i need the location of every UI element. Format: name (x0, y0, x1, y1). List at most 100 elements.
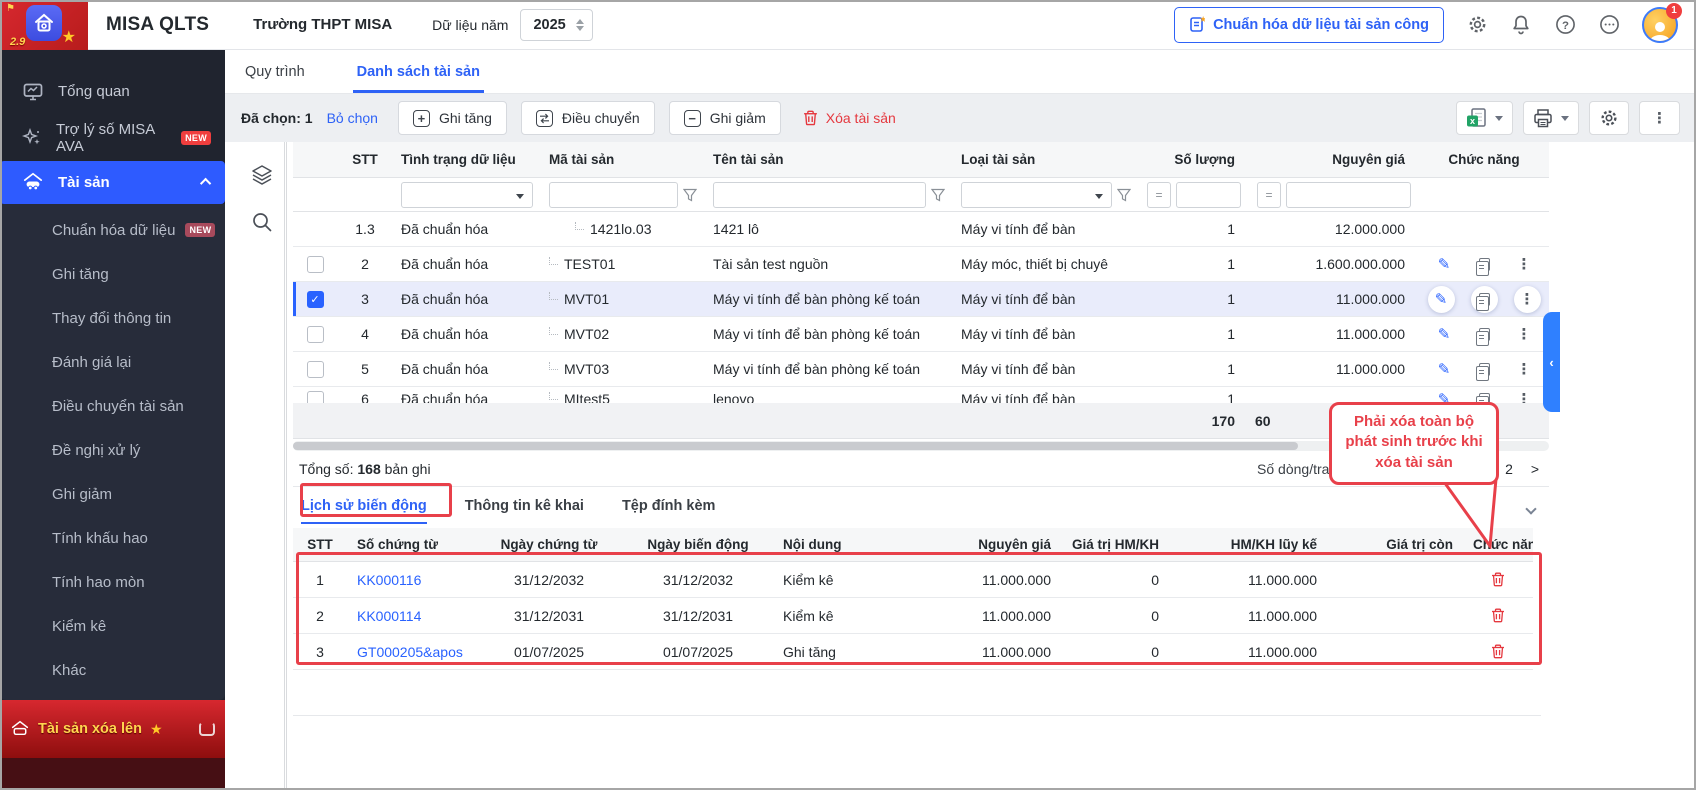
expand-panel-button[interactable]: ‹ (1543, 312, 1560, 412)
clear-selection-link[interactable]: Bỏ chọn (327, 110, 378, 126)
sidebar-subitem[interactable]: Tính hao mòn (0, 560, 225, 604)
scrollbar-thumb[interactable] (293, 442, 1298, 450)
name-filter-input[interactable] (713, 182, 926, 208)
asset-column-header[interactable]: Nguyên giá (1249, 152, 1419, 167)
spinner-icon[interactable] (576, 19, 584, 31)
history-column-header[interactable]: Giá trị HM/KH (1061, 537, 1169, 552)
transfer-button[interactable]: Điều chuyển (521, 101, 655, 135)
document-link[interactable]: GT000205&apos (347, 644, 475, 660)
edit-button[interactable]: ✎ (1432, 387, 1456, 403)
sidebar-subitem[interactable]: Kiểm kê (0, 604, 225, 648)
asset-column-header[interactable]: Chức năng (1419, 152, 1549, 167)
type-filter-select[interactable] (961, 182, 1112, 208)
funnel-icon[interactable] (683, 188, 697, 202)
edit-button[interactable]: ✎ (1432, 252, 1456, 276)
history-column-header[interactable]: Ngày biến động (623, 537, 773, 552)
layers-icon[interactable] (251, 164, 273, 189)
tab-thong-tin-ke-khai[interactable]: Thông tin kê khai (465, 498, 584, 524)
sidebar-item-tong-quan[interactable]: Tổng quan (0, 69, 225, 115)
row-checkbox[interactable] (307, 361, 324, 378)
row-menu-button[interactable]: ⋮ (1512, 252, 1536, 276)
export-excel-button[interactable]: x (1456, 101, 1513, 135)
row-checkbox[interactable] (307, 326, 324, 343)
org-name[interactable]: Trường THPT MISA (253, 16, 392, 33)
cost-filter-input[interactable] (1286, 182, 1411, 208)
page-number[interactable]: 2 (1501, 461, 1517, 477)
table-row[interactable]: 6Đã chuẩn hóaMItest5lenovoMáy vi tính để… (293, 387, 1549, 403)
equals-operator[interactable]: = (1147, 182, 1171, 208)
history-column-header[interactable]: STT (293, 537, 347, 552)
settings-gear-icon[interactable] (1466, 14, 1488, 36)
sidebar-subitem[interactable]: Đề nghị xử lý (0, 428, 225, 472)
delete-history-button[interactable] (1463, 608, 1533, 623)
asset-column-header[interactable]: Tên tài sản (705, 152, 953, 167)
table-row[interactable]: 2Đã chuẩn hóaTEST01Tài sản test nguồnMáy… (293, 247, 1549, 282)
asset-column-header[interactable]: Mã tài sản (541, 152, 705, 167)
sidebar-subitem[interactable]: Thay đổi thông tin (0, 296, 225, 340)
promo-banner[interactable]: Tài sản xóa lên ★ (0, 700, 225, 790)
sidebar-subitem[interactable]: Chuẩn hóa dữ liệuNEW (0, 208, 225, 252)
duplicate-button[interactable] (1472, 252, 1496, 276)
sidebar-subitem[interactable]: Tính khấu hao (0, 516, 225, 560)
row-checkbox[interactable] (307, 391, 324, 404)
row-checkbox[interactable] (307, 256, 324, 273)
table-row[interactable]: 4Đã chuẩn hóaMVT02Máy vi tính để bàn phò… (293, 317, 1549, 352)
equals-operator[interactable]: = (1257, 182, 1281, 208)
history-column-header[interactable]: Nguyên giá (913, 537, 1061, 552)
row-menu-button[interactable]: ⋮ (1514, 286, 1541, 313)
sidebar-subitem[interactable]: Ghi giảm (0, 472, 225, 516)
row-checkbox[interactable]: ✓ (307, 291, 324, 308)
app-logo[interactable]: ⚑ ★ 2.9 (0, 0, 88, 50)
table-row[interactable]: 1.3Đã chuẩn hóa1421lo.031421 lôMáy vi tí… (293, 212, 1549, 247)
sidebar-subitem[interactable]: Khác (0, 648, 225, 692)
help-icon[interactable]: ? (1554, 14, 1576, 36)
tab-lich-su-bien-dong[interactable]: Lịch sử biến động (301, 498, 427, 524)
document-link[interactable]: KK000114 (347, 608, 475, 624)
asset-column-header[interactable]: Tình trạng dữ liệu (393, 152, 541, 167)
asset-column-header[interactable]: STT (337, 152, 393, 167)
history-column-header[interactable]: Nội dung (773, 537, 913, 552)
sidebar-item-tai-san[interactable]: Tài sản (0, 161, 225, 205)
funnel-icon[interactable] (1117, 188, 1131, 202)
tab-quy-trinh[interactable]: Quy trình (241, 64, 309, 93)
funnel-icon[interactable] (931, 188, 945, 202)
row-menu-button[interactable]: ⋮ (1512, 357, 1536, 381)
standardize-button[interactable]: ★ Chuẩn hóa dữ liệu tài sản công (1174, 7, 1444, 43)
next-page-button[interactable]: > (1527, 461, 1543, 477)
grid-settings-button[interactable] (1589, 101, 1629, 135)
edit-button[interactable]: ✎ (1428, 286, 1455, 313)
history-column-header[interactable]: HM/KH lũy kế (1169, 537, 1327, 552)
history-column-header[interactable]: Số chứng từ (347, 537, 475, 552)
document-link[interactable]: KK000116 (347, 572, 475, 588)
sidebar-subitem[interactable]: Điều chuyển tài sản (0, 384, 225, 428)
print-button[interactable] (1523, 101, 1579, 135)
table-row[interactable]: ✓3Đã chuẩn hóaMVT01Máy vi tính để bàn ph… (293, 282, 1549, 317)
duplicate-button[interactable] (1472, 357, 1496, 381)
increase-button[interactable]: + Ghi tăng (398, 101, 507, 135)
delete-history-button[interactable] (1463, 572, 1533, 587)
duplicate-button[interactable] (1471, 286, 1498, 313)
year-select[interactable]: 2025 (520, 9, 592, 41)
asset-column-header[interactable]: Loại tài sản (953, 152, 1139, 167)
delete-history-button[interactable] (1463, 644, 1533, 659)
decrease-button[interactable]: − Ghi giảm (669, 101, 781, 135)
tab-danh-sach-tai-san[interactable]: Danh sách tài sản (353, 64, 484, 93)
tab-tep-dinh-kem[interactable]: Tệp đính kèm (622, 498, 715, 524)
duplicate-button[interactable] (1472, 322, 1496, 346)
duplicate-button[interactable] (1472, 387, 1496, 403)
sidebar-subitem[interactable]: Đánh giá lại (0, 340, 225, 384)
history-column-header[interactable]: Ngày chứng từ (475, 537, 623, 552)
status-filter-select[interactable] (401, 182, 533, 208)
code-filter-input[interactable] (549, 182, 678, 208)
sidebar-subitem[interactable]: Ghi tăng (0, 252, 225, 296)
qty-filter-input[interactable] (1176, 182, 1241, 208)
user-avatar[interactable]: 1 (1642, 7, 1678, 43)
notifications-bell-icon[interactable] (1510, 14, 1532, 36)
table-row[interactable]: 5Đã chuẩn hóaMVT03Máy vi tính để bàn phò… (293, 352, 1549, 387)
more-options-icon[interactable] (1598, 14, 1620, 36)
collapse-panel-icon[interactable] (1527, 500, 1535, 516)
asset-column-header[interactable]: Số lượng (1139, 152, 1249, 167)
sidebar-item-tro-ly-so[interactable]: Trợ lý số MISA AVA NEW (0, 115, 225, 161)
row-menu-button[interactable]: ⋮ (1512, 322, 1536, 346)
search-icon[interactable] (251, 211, 273, 236)
